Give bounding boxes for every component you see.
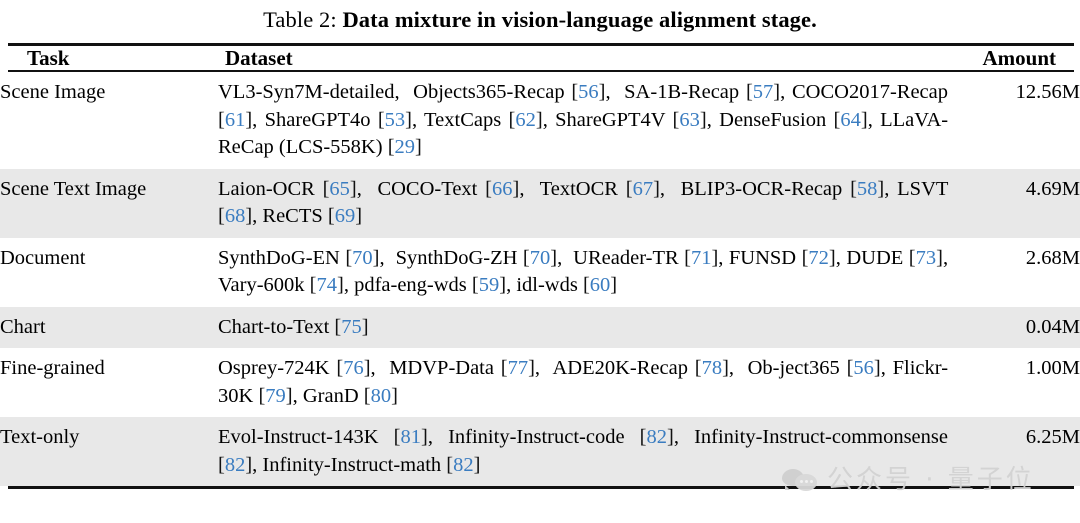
table-container: Task Dataset Amount Scene Image VL3-Syn7… <box>0 43 1080 489</box>
data-mixture-table-body: Scene Image VL3-Syn7M-detailed, Objects3… <box>0 72 1080 486</box>
cell-amount: 6.25M <box>948 417 1080 486</box>
data-mixture-table: Task Dataset Amount <box>0 46 1080 70</box>
column-header-dataset: Dataset <box>225 46 293 70</box>
cell-dataset: Laion-OCR [65], COCO-Text [66], TextOCR … <box>218 168 948 238</box>
cell-task: Chart <box>0 306 218 348</box>
table-row: Scene Image VL3-Syn7M-detailed, Objects3… <box>0 72 1080 169</box>
cell-dataset: Evol-Instruct-143K [81], Infinity-Instru… <box>218 417 948 486</box>
column-header-amount: Amount <box>982 46 1056 70</box>
table-caption-label: Table 2: <box>263 7 337 32</box>
cell-dataset: VL3-Syn7M-detailed, Objects365-Recap [56… <box>218 81 949 158</box>
cell-amount: 2.68M <box>1025 246 1080 269</box>
column-header-task: Task <box>27 46 70 70</box>
cell-dataset: SynthDoG-EN [70], SynthDoG-ZH [70], URea… <box>218 246 949 297</box>
table-row: Scene Text Image Laion-OCR [65], COCO-Te… <box>0 168 1080 238</box>
cell-task: Fine-grained <box>0 357 105 379</box>
table-row: Fine-grained Osprey-724K [76], MDVP-Data… <box>0 348 1080 417</box>
cell-task: Scene Text Image <box>0 168 218 238</box>
cell-amount: 1.00M <box>1025 357 1080 379</box>
cell-task: Scene Image <box>0 81 106 103</box>
table-row: Document SynthDoG-EN [70], SynthDoG-ZH [… <box>0 238 1080 307</box>
table-row: Text-only Evol-Instruct-143K [81], Infin… <box>0 417 1080 486</box>
table-body: Scene Image VL3-Syn7M-detailed, Objects3… <box>0 72 1080 486</box>
cell-task: Text-only <box>0 417 218 486</box>
table-figure-page: Table 2: Data mixture in vision-language… <box>0 0 1080 523</box>
cell-dataset: Osprey-724K [76], MDVP-Data [77], ADE20K… <box>218 357 949 407</box>
cell-amount: 0.04M <box>948 306 1080 348</box>
cell-task: Document <box>0 246 86 269</box>
cell-amount: 12.56M <box>1015 81 1080 103</box>
table-caption-text: Data mixture in vision-language alignmen… <box>342 7 817 32</box>
table-bottom-rule <box>8 486 1074 489</box>
table-caption: Table 2: Data mixture in vision-language… <box>0 0 1080 35</box>
table-row: Chart Chart-to-Text [75] 0.04M <box>0 306 1080 348</box>
table-header-row: Task Dataset Amount <box>0 46 1080 70</box>
cell-dataset: Chart-to-Text [75] <box>218 306 948 348</box>
cell-amount: 4.69M <box>948 168 1080 238</box>
